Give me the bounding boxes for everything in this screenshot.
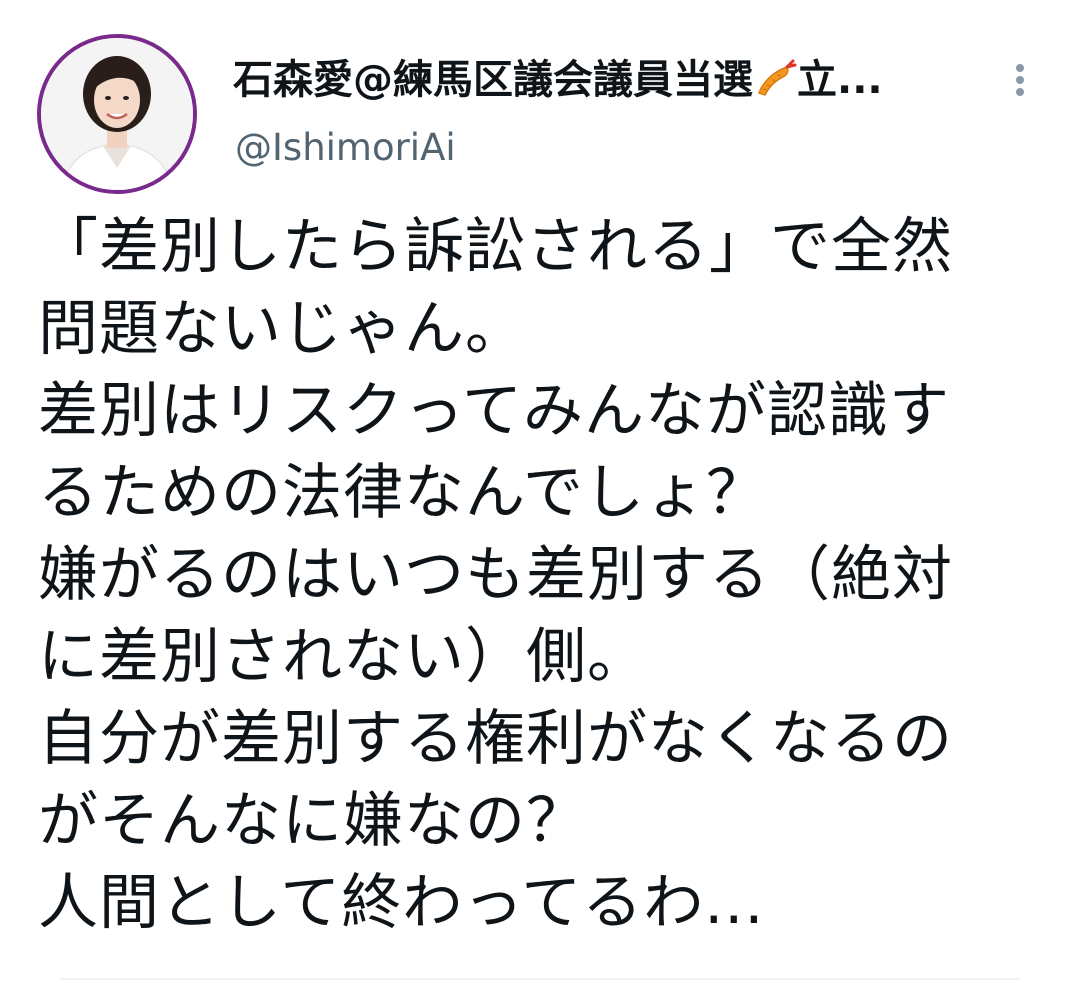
tweet-text-line: 自分が差別する権利がなくなるの [38,704,953,774]
fried-shrimp-icon [758,59,797,96]
tweet-text-line: がそんなに嫌なの？ [38,786,587,856]
more-options-icon[interactable] [1000,58,1040,102]
avatar-photo [41,38,193,190]
author-name-text: 石森愛@練馬区議会議員当選 [233,57,753,103]
tweet-text-line: 差別はリスクってみんなが認識す [38,376,950,446]
tweet-text-line: 「差別したら訴訟される」で全然 [38,212,953,282]
author-handle[interactable]: @IshimoriAi [235,126,456,170]
more-dot [1016,88,1024,96]
tweet-text-line: に差別されない）側。 [38,622,648,692]
more-dot [1016,76,1024,84]
author-display-name[interactable]: 石森愛@練馬区議会議員当選 立... [233,56,883,104]
tweet-text: 「差別したら訴訟される」で全然 問題ないじゃん。 差別はリスクってみんなが認識す… [38,206,1048,944]
avatar[interactable] [37,34,197,194]
tweet-text-line: 嫌がるのはいつも差別する（絶対 [38,540,953,610]
tweet-text-line: 問題ないじゃん。 [38,294,526,364]
tweet-card: 石森愛@練馬区議会議員当選 立... @IshimoriAi 「差別したら訴訟さ… [0,0,1080,983]
tweet-text-line: 人間として終わってるわ... [38,868,765,938]
divider [60,978,1020,980]
more-dot [1016,64,1024,72]
author-name-suffix: 立... [797,57,883,103]
tweet-text-line: るための法律なんでしょ？ [38,458,767,528]
